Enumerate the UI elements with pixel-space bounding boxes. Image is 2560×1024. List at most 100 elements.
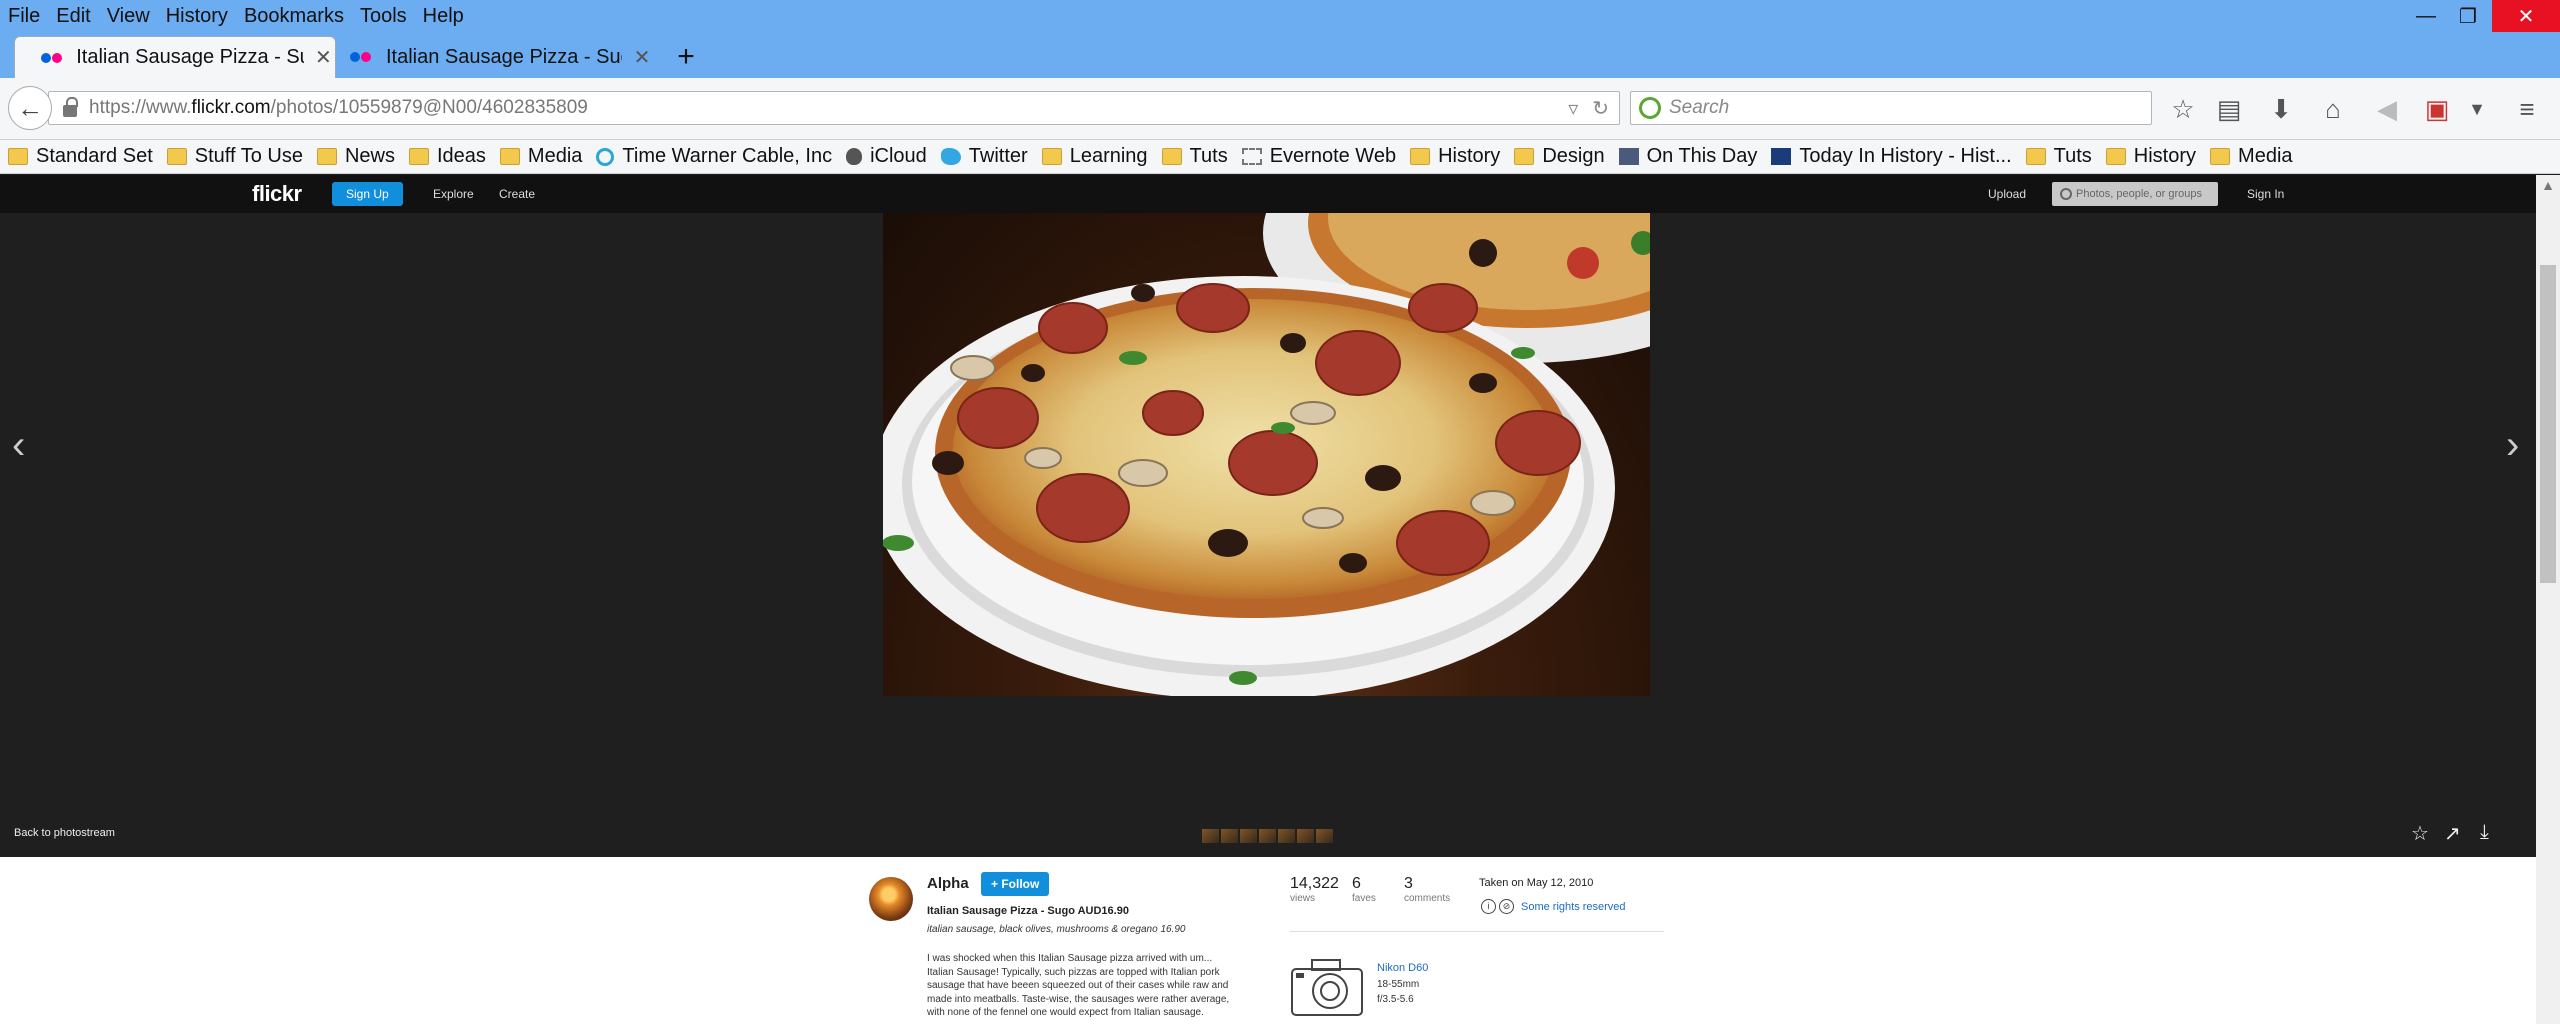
scrollbar-thumb[interactable] — [2540, 265, 2556, 583]
pizza-photo[interactable] — [883, 213, 1650, 696]
filmstrip-thumbnail[interactable] — [1240, 829, 1257, 843]
bookmark-label: Twitter — [968, 145, 1028, 167]
photo-stage: ‹ › Back to photostream ☆ ↗ ⤓ — [0, 213, 2536, 857]
menu-help[interactable]: Help — [415, 0, 472, 32]
filmstrip-thumbnail[interactable] — [1316, 829, 1333, 843]
toolbar-dropdown-icon[interactable]: ▼ — [2460, 92, 2494, 126]
flickr-favicon-icon — [41, 52, 63, 64]
filmstrip-thumbnail[interactable] — [1221, 829, 1238, 843]
bookmark-item[interactable]: News — [316, 145, 395, 168]
views-stat: 14,322 views — [1290, 875, 1339, 904]
reading-list-icon[interactable]: ▤ — [2212, 92, 2246, 126]
share-icon[interactable]: ◀ — [2370, 92, 2404, 126]
owner-name[interactable]: Alpha — [927, 875, 969, 892]
taken-date: Taken on May 12, 2010 — [1479, 877, 1594, 889]
sign-in-link[interactable]: Sign In — [2247, 175, 2284, 213]
bookmark-item[interactable]: Learning — [1041, 145, 1148, 168]
evernote-icon — [1241, 148, 1262, 165]
back-button[interactable]: ← — [8, 86, 52, 130]
filmstrip-thumbnail[interactable] — [1202, 829, 1219, 843]
bookmark-item[interactable]: iCloud — [846, 145, 927, 168]
url-text[interactable]: https://www.flickr.com/photos/10559879@N… — [89, 97, 588, 119]
filmstrip-thumbnail[interactable] — [1278, 829, 1295, 843]
new-tab-button[interactable]: + — [668, 40, 704, 76]
bookmark-item[interactable]: Media — [2210, 145, 2293, 168]
tab-title: Italian Sausage Pizza - Sug... — [76, 46, 304, 68]
filmstrip-thumbnail[interactable] — [1297, 829, 1314, 843]
bookmark-item[interactable]: Design — [1514, 145, 1605, 168]
back-arrow-icon: ← — [17, 92, 43, 123]
menu-view[interactable]: View — [99, 0, 158, 32]
bookmark-item[interactable]: Tuts — [1161, 145, 1228, 168]
filmstrip-thumbnail[interactable] — [1259, 829, 1276, 843]
url-bar[interactable]: https://www.flickr.com/photos/10559879@N… — [48, 91, 1620, 125]
search-engine-icon[interactable] — [1639, 97, 1661, 119]
bookmark-item[interactable]: Ideas — [408, 145, 486, 168]
bookmark-label: History — [2133, 145, 2197, 167]
flickr-logo[interactable]: flickr — [252, 181, 302, 207]
share-arrow-icon[interactable]: ↗ — [2444, 821, 2461, 846]
addon-icon[interactable]: ▣ — [2420, 92, 2454, 126]
sign-up-button[interactable]: Sign Up — [332, 182, 403, 206]
close-window-icon[interactable]: ✕ — [2492, 0, 2560, 32]
avatar[interactable] — [869, 877, 913, 921]
folder-icon — [8, 148, 28, 165]
bookmark-item[interactable]: Time Warner Cable, Inc — [596, 145, 832, 168]
some-rights-reserved-link[interactable]: Some rights reserved — [1521, 901, 1626, 913]
bookmark-label: Time Warner Cable, Inc — [622, 145, 833, 167]
explore-link[interactable]: Explore — [433, 175, 474, 213]
dropdown-arrow-icon[interactable]: ▿ — [1568, 96, 1578, 121]
upload-link[interactable]: Upload — [1988, 175, 2026, 213]
page-scrollbar[interactable]: ▲ — [2536, 175, 2560, 1024]
camera-model-link[interactable]: Nikon D60 — [1377, 962, 1428, 974]
hamburger-menu-icon[interactable]: ≡ — [2510, 92, 2544, 126]
bookmark-label: Standard Set — [36, 145, 153, 167]
bookmark-item[interactable]: Evernote Web — [1241, 145, 1396, 168]
bookmark-item[interactable]: Standard Set — [8, 145, 153, 168]
menu-file[interactable]: File — [0, 0, 48, 32]
bookmark-item[interactable]: Twitter — [940, 145, 1028, 168]
bookmark-item[interactable]: Tuts — [2025, 145, 2092, 168]
restore-icon[interactable]: ❐ — [2440, 0, 2496, 32]
create-link[interactable]: Create — [499, 175, 535, 213]
bookmark-item[interactable]: Today In History - Hist... — [1771, 145, 2012, 168]
navigation-bar: https://www.flickr.com/photos/10559879@N… — [0, 78, 2560, 140]
bookmark-item[interactable]: History — [2105, 145, 2197, 168]
stat-label: views — [1290, 893, 1316, 904]
bookmark-star-icon[interactable]: ☆ — [2166, 92, 2200, 126]
flickr-search-input[interactable]: Photos, people, or groups — [2052, 182, 2218, 206]
tab-bar: Italian Sausage Pizza - Sug... ✕ Italian… — [0, 32, 2560, 78]
bookmark-item[interactable]: On This Day — [1618, 145, 1758, 168]
tab-active[interactable]: Italian Sausage Pizza - Sug... ✕ — [14, 36, 336, 78]
menu-history[interactable]: History — [158, 0, 236, 32]
tab-close-icon[interactable]: ✕ — [630, 45, 654, 70]
url-path: /photos/10559879@N00/4602835809 — [270, 97, 588, 118]
reload-icon[interactable]: ↻ — [1592, 96, 1609, 121]
fave-star-icon[interactable]: ☆ — [2411, 821, 2429, 846]
bookmark-item[interactable]: History — [1410, 145, 1500, 168]
tab-close-icon[interactable]: ✕ — [312, 45, 335, 70]
home-icon[interactable]: ⌂ — [2316, 92, 2350, 126]
menu-bookmarks[interactable]: Bookmarks — [236, 0, 352, 32]
search-bar[interactable]: Search — [1630, 91, 2152, 125]
back-to-photostream-link[interactable]: Back to photostream — [14, 827, 115, 839]
follow-button[interactable]: + Follow — [981, 872, 1050, 896]
on-this-day-icon — [1618, 148, 1639, 165]
bookmark-label: News — [344, 145, 395, 167]
download-icon[interactable]: ⬇ — [2264, 92, 2298, 126]
next-photo-arrow-icon[interactable]: › — [2506, 423, 2519, 468]
bookmark-item[interactable]: Media — [499, 145, 582, 168]
menu-edit[interactable]: Edit — [48, 0, 98, 32]
bookmark-label: Media — [2238, 145, 2293, 167]
bookmark-item[interactable]: Stuff To Use — [166, 145, 303, 168]
tab-second[interactable]: Italian Sausage Pizza - Sug... ✕ — [340, 36, 662, 78]
download-photo-icon[interactable]: ⤓ — [2480, 821, 2489, 844]
bookmark-label: Stuff To Use — [194, 145, 303, 167]
menu-tools[interactable]: Tools — [352, 0, 415, 32]
scroll-up-icon[interactable]: ▲ — [2536, 177, 2560, 193]
folder-icon — [2025, 148, 2046, 165]
previous-photo-arrow-icon[interactable]: ‹ — [12, 423, 25, 468]
bookmark-label: On This Day — [1646, 145, 1758, 167]
comments-stat: 3 comments — [1404, 875, 1450, 904]
url-actions: ▿ ↻ — [1568, 96, 1609, 121]
